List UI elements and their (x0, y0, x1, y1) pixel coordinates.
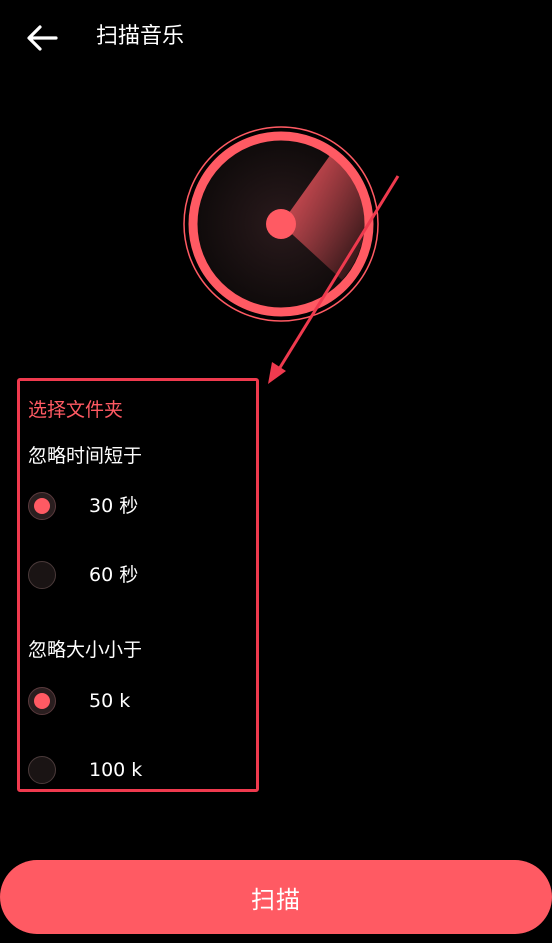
scan-button[interactable]: 扫描 (0, 860, 552, 934)
scan-music-screen: 扫描音乐 选择文件夹 忽略时间短于 30 秒 60 秒 忽略大小小于 50 k … (0, 0, 552, 943)
radar-outer-ring (183, 126, 379, 322)
radio-unselected-icon[interactable] (28, 561, 56, 589)
option-label: 30 秒 (89, 495, 139, 517)
option-30-sec[interactable]: 30 秒 (28, 492, 248, 524)
scan-button-label: 扫描 (251, 885, 301, 914)
option-60-sec[interactable]: 60 秒 (28, 561, 248, 593)
radio-selected-icon[interactable] (28, 492, 56, 520)
option-label: 50 k (89, 690, 131, 712)
radio-selected-icon[interactable] (28, 687, 56, 715)
page-title: 扫描音乐 (96, 24, 185, 49)
radar-sweep (281, 154, 365, 280)
header-bar: 扫描音乐 (0, 0, 552, 76)
arrow-left-icon (27, 25, 58, 51)
radar-center-dot (266, 209, 296, 239)
size-group-title: 忽略大小小于 (28, 639, 143, 661)
radar-thick-ring (188, 131, 374, 317)
radio-unselected-icon[interactable] (28, 756, 56, 784)
option-100-k[interactable]: 100 k (28, 756, 248, 788)
back-button[interactable] (22, 18, 62, 58)
duration-group-title: 忽略时间短于 (28, 445, 143, 467)
option-label: 60 秒 (89, 564, 139, 586)
annotation-arrow-line (274, 175, 400, 375)
choose-folder-link[interactable]: 选择文件夹 (28, 396, 123, 424)
option-label: 100 k (89, 759, 143, 781)
option-50-k[interactable]: 50 k (28, 687, 248, 719)
annotation-arrow-head (268, 362, 286, 384)
